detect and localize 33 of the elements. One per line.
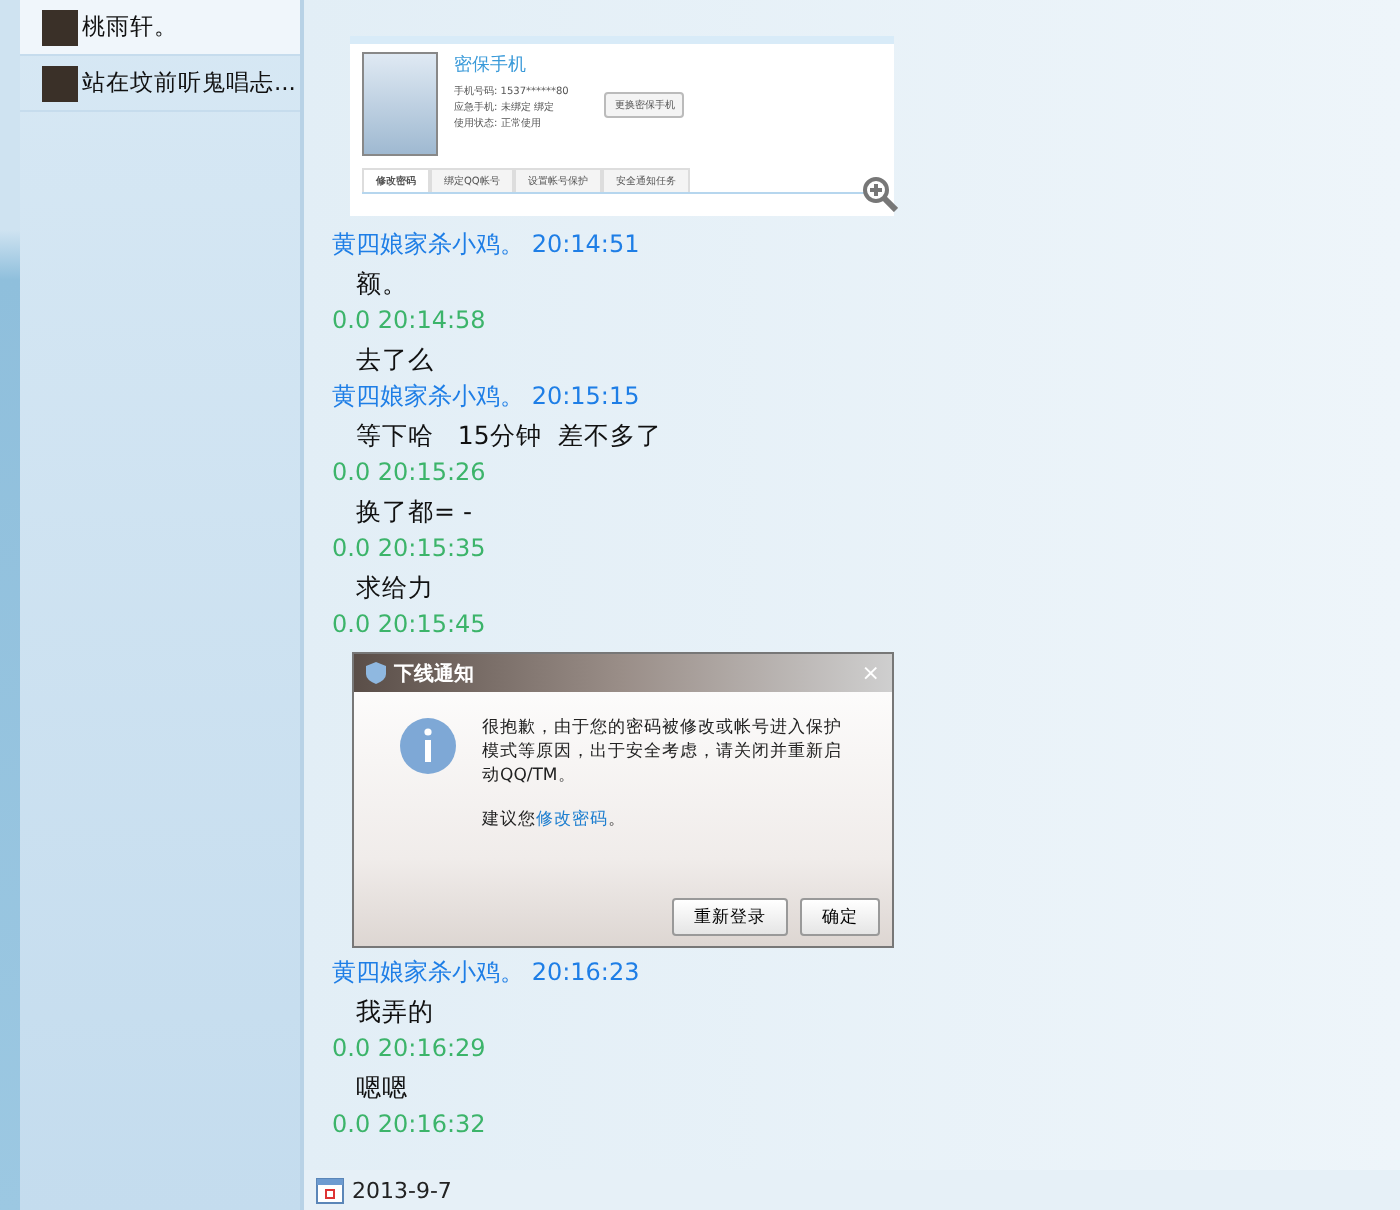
shield-icon <box>366 662 386 684</box>
message-text: 换了都= - <box>354 494 474 530</box>
message-header: 0.0 20:16:32 <box>332 1108 488 1142</box>
avatar-placeholder <box>42 9 78 45</box>
dialog-button[interactable]: 确定 <box>800 898 880 936</box>
message-header: 黄四娘家杀小鸡。 20:15:15 <box>332 380 642 414</box>
contact-item[interactable]: 站在坟前听鬼唱忐... <box>20 56 300 112</box>
zoom-in-icon[interactable] <box>862 176 898 212</box>
message-text: 等下哈 15分钟 差不多了 <box>354 418 664 454</box>
message-text: 嗯嗯 <box>354 1070 410 1106</box>
dialog-button[interactable]: 重新登录 <box>672 898 788 936</box>
message-header: 0.0 20:15:45 <box>332 608 488 642</box>
screenshot-title: 密保手机 <box>454 53 528 78</box>
message-text: 去了么 <box>354 342 436 378</box>
message-text: 我弄的 <box>354 994 436 1030</box>
phone-drawing <box>362 52 438 156</box>
dialog-hint: 建议您修改密码。 <box>482 808 628 832</box>
date-label: 2013-9-7 <box>352 1177 452 1203</box>
message-header: 0.0 20:16:29 <box>332 1032 488 1066</box>
calendar-icon[interactable] <box>316 1176 344 1204</box>
message-text: 求给力 <box>354 570 436 606</box>
message-header: 0.0 20:15:35 <box>332 532 488 566</box>
info-icon <box>398 716 458 776</box>
dialog-message: 很抱歉，由于您的密码被修改或帐号进入保护模式等原因，出于安全考虑，请关闭并重新启动QQ/TM。 <box>482 716 842 788</box>
avatar-placeholder <box>42 65 78 101</box>
message-header: 黄四娘家杀小鸡。 20:14:51 <box>332 228 642 262</box>
message-header: 0.0 20:15:26 <box>332 456 488 490</box>
message-header: 0.0 20:14:58 <box>332 304 488 338</box>
message-text: 额。 <box>354 266 410 302</box>
message-header: 黄四娘家杀小鸡。 20:16:23 <box>332 956 642 990</box>
contact-item[interactable]: 桃雨轩。 <box>20 0 300 56</box>
dialog-title: 下线通知 <box>394 661 476 687</box>
change-password-link[interactable]: 修改密码 <box>536 810 608 830</box>
